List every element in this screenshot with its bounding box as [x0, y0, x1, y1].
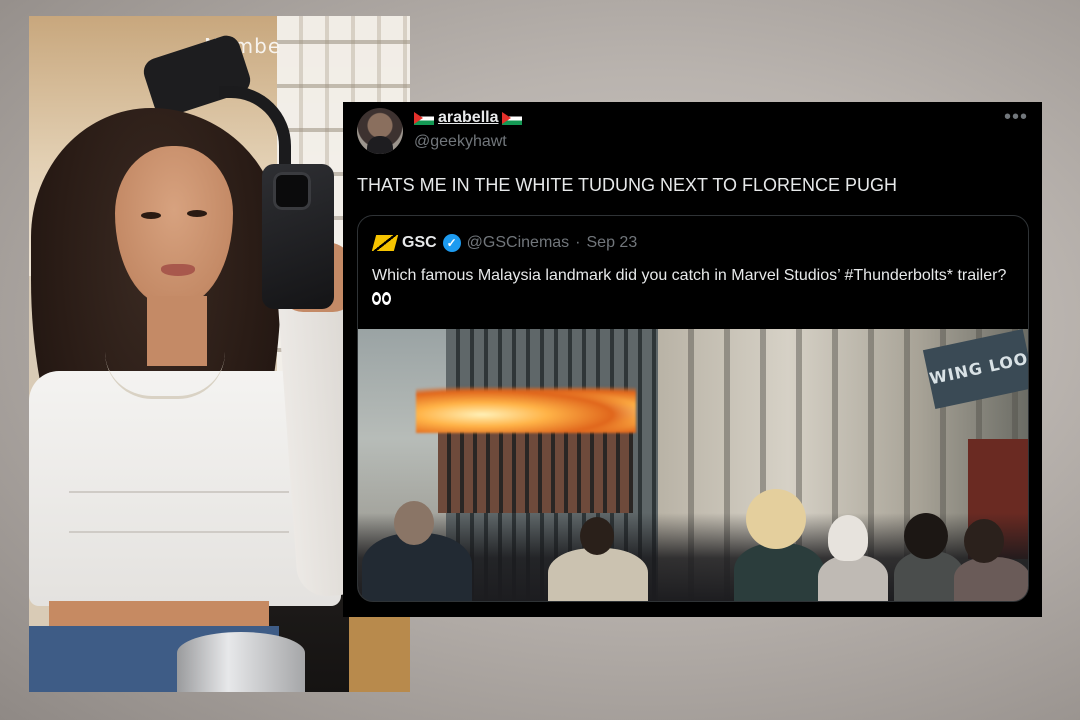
phone-camera-icon	[273, 172, 311, 210]
quoted-display-name[interactable]: GSC	[402, 234, 437, 252]
gsc-logo-icon	[374, 233, 396, 253]
person-head	[964, 519, 1004, 563]
person-body	[818, 555, 888, 601]
person-body	[954, 557, 1028, 601]
more-options-icon[interactable]: •••	[1004, 106, 1028, 129]
quoted-tweet-text-block: Which famous Malaysia landmark did you c…	[372, 264, 1012, 312]
user-handle[interactable]: @geekyhawt	[414, 133, 507, 151]
lips	[161, 264, 195, 276]
person-head	[904, 513, 948, 559]
person-head	[580, 517, 614, 555]
eyes-icon	[372, 289, 392, 312]
tumbler-cup	[177, 632, 305, 692]
wooden-desk	[349, 616, 410, 692]
display-name-row: arabella	[414, 109, 523, 127]
quoted-handle[interactable]: @GSCinemas	[467, 234, 570, 252]
display-name[interactable]: arabella	[438, 109, 498, 127]
palestine-flag-icon	[502, 111, 523, 125]
person-head	[394, 501, 434, 545]
tweet-text: THATS ME IN THE WHITE TUDUNG NEXT TO FLO…	[357, 175, 898, 195]
left-eye	[141, 212, 161, 219]
quoted-tweet[interactable]: GSC ✓ @GSCinemas · Sep 23 Which famous M…	[357, 215, 1029, 602]
person-body	[734, 543, 824, 601]
verified-badge-icon: ✓	[442, 234, 461, 252]
quoted-date[interactable]: Sep 23	[587, 234, 638, 252]
person-body	[548, 548, 648, 601]
quoted-tweet-text: Which famous Malaysia landmark did you c…	[372, 267, 1007, 284]
person-head-tudung	[828, 515, 868, 561]
palestine-flag-icon	[414, 111, 434, 125]
person-head	[746, 489, 806, 549]
avatar[interactable]	[357, 108, 403, 154]
quoted-tweet-header: GSC ✓ @GSCinemas · Sep 23	[374, 233, 637, 253]
separator-dot: ·	[575, 234, 581, 251]
explosion-fire	[416, 387, 636, 433]
trailer-still-image[interactable]: WING LOO	[358, 329, 1028, 601]
right-eye	[187, 210, 207, 217]
tweet-card: arabella @geekyhawt ••• THATS ME IN THE …	[343, 102, 1042, 617]
